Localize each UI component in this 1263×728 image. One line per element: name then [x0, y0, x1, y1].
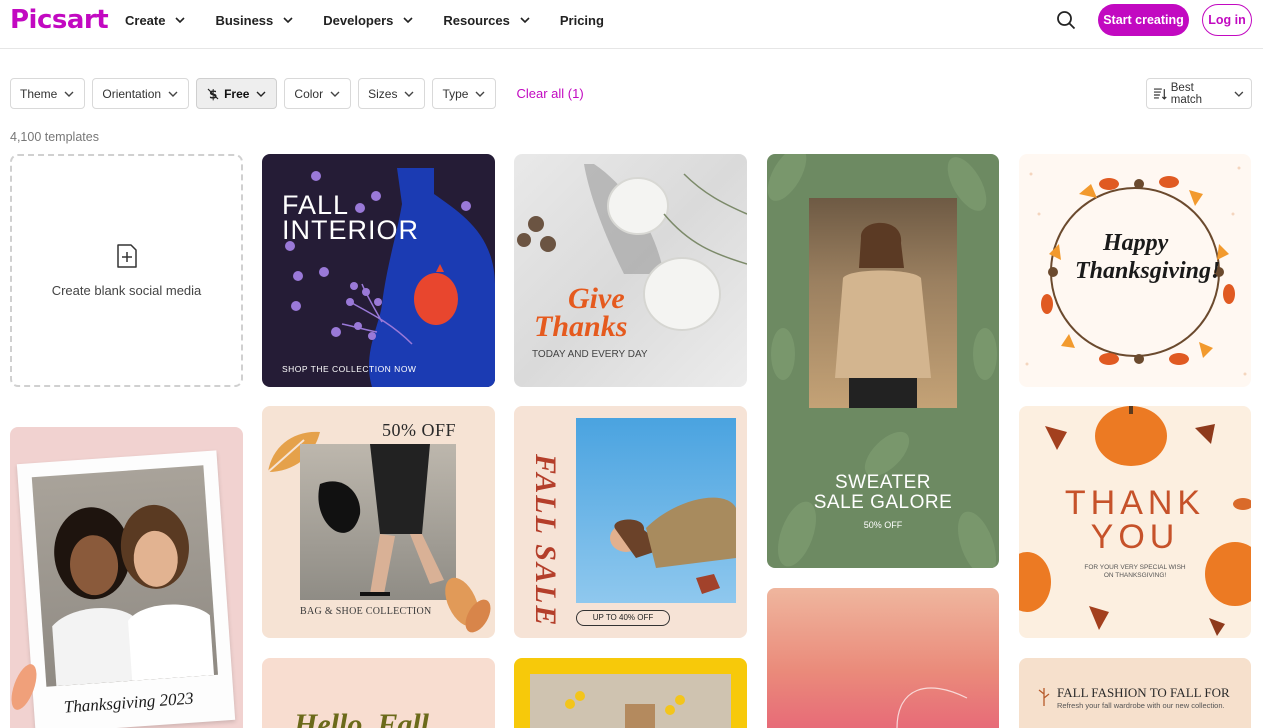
- chevron-down-icon: [64, 91, 74, 97]
- fall-interior-footer: SHOP THE COLLECTION NOW: [282, 364, 417, 374]
- fall-sale-photo: [576, 418, 736, 603]
- nav-create[interactable]: Create: [125, 13, 187, 28]
- filter-sizes[interactable]: Sizes: [358, 78, 426, 109]
- sort-lines-icon: [1153, 88, 1167, 100]
- bag-shoe-discount: 50% OFF: [382, 420, 457, 440]
- dollar-off-icon: $: [207, 87, 219, 101]
- fall-fashion-title: FALL FASHION TO FALL FOR: [1057, 685, 1230, 700]
- curve-line: [896, 687, 968, 728]
- bag-shoe-caption: BAG & SHOE COLLECTION: [300, 606, 432, 617]
- template-fall-interior[interactable]: FALL INTERIOR SHOP THE COLLECTION NOW: [262, 154, 495, 387]
- chevron-down-icon: [330, 91, 340, 97]
- wreath-title-1: Happy: [1103, 230, 1169, 256]
- sweater-title-1: SWEATER: [834, 472, 932, 493]
- chevron-down-icon: [168, 91, 178, 97]
- plus-document-icon: [116, 244, 137, 268]
- template-gradient[interactable]: [767, 588, 999, 728]
- nav-pricing[interactable]: Pricing: [560, 13, 604, 28]
- template-fall-sale[interactable]: FALL SALE UP TO 40% OFF: [514, 406, 747, 638]
- thank-you-sub-1: FOR YOUR VERY SPECIAL WISH: [1084, 564, 1186, 571]
- nav-business[interactable]: Business: [215, 13, 295, 28]
- nav-resources[interactable]: Resources: [443, 13, 531, 28]
- chevron-down-icon: [404, 91, 414, 97]
- sort-dropdown[interactable]: Best match: [1146, 78, 1252, 109]
- template-sweater-sale[interactable]: SWEATER SALE GALORE 50% OFF: [767, 154, 999, 568]
- thank-you-title-2: YOU: [1090, 518, 1180, 556]
- template-hello-fall[interactable]: Hello, Fall: [262, 658, 495, 728]
- chevron-down-icon: [1234, 91, 1244, 97]
- filter-bar: Theme Orientation $Free Color Sizes Type…: [10, 78, 584, 109]
- friends-photo: [31, 465, 218, 687]
- template-thanksgiving-2023[interactable]: Thanksgiving 2023: [10, 427, 243, 728]
- sweater-sub: 50% OFF: [863, 520, 903, 530]
- hello-fall-title: Hello, Fall: [294, 708, 429, 728]
- leaf-cluster-icon: [445, 577, 491, 633]
- fall-sale-badge: UP TO 40% OFF: [576, 610, 670, 626]
- polaroid-caption: Thanksgiving 2023: [63, 688, 195, 717]
- chevron-down-icon: [175, 17, 186, 24]
- filter-free[interactable]: $Free: [196, 78, 278, 109]
- template-fall-fashion[interactable]: FALL FASHION TO FALL FOR Refresh your fa…: [1019, 658, 1251, 728]
- login-button[interactable]: Log in: [1202, 4, 1252, 36]
- filter-color[interactable]: Color: [284, 78, 352, 109]
- chevron-down-icon: [475, 91, 485, 97]
- vase-illustration: [285, 168, 495, 387]
- nav-developers[interactable]: Developers: [323, 13, 415, 28]
- give-thanks-sub: TODAY AND EVERY DAY: [532, 349, 648, 360]
- sweater-photo: [809, 198, 957, 408]
- template-bag-shoe[interactable]: 50% OFF BAG & SHOE COLLECTION: [262, 406, 495, 638]
- main-nav: Create Business Developers Resources Pri…: [125, 0, 632, 40]
- chevron-down-icon: [256, 91, 266, 97]
- top-header: Picsart Create Business Developers Resou…: [0, 0, 1263, 49]
- filter-theme[interactable]: Theme: [10, 78, 86, 109]
- template-give-thanks[interactable]: Give Thanks TODAY AND EVERY DAY: [514, 154, 747, 387]
- give-thanks-title-2: Thanks: [534, 310, 628, 343]
- filter-orientation[interactable]: Orientation: [92, 78, 190, 109]
- wreath-title-2: Thanksgiving!: [1075, 258, 1221, 284]
- fall-sale-vertical: FALL SALE: [529, 454, 562, 628]
- leaf-decoration: [11, 664, 37, 710]
- start-creating-button[interactable]: Start creating: [1098, 4, 1189, 36]
- template-thank-you[interactable]: THANK YOU FOR YOUR VERY SPECIAL WISH ON …: [1019, 406, 1251, 638]
- clear-all-link[interactable]: Clear all (1): [516, 86, 583, 101]
- sweater-title-2: SALE GALORE: [813, 492, 953, 513]
- thank-you-sub-2: ON THANKSGIVING!: [1103, 572, 1167, 579]
- fall-fashion-sub: Refresh your fall wardrobe with our new …: [1057, 701, 1225, 710]
- branch-icon: [1038, 688, 1050, 706]
- create-blank-card[interactable]: Create blank social media: [10, 154, 243, 387]
- chevron-down-icon: [283, 17, 293, 24]
- fall-interior-title-2: INTERIOR: [282, 215, 420, 245]
- chevron-down-icon: [520, 17, 530, 24]
- template-yellow[interactable]: [514, 658, 747, 728]
- chevron-down-icon: [403, 17, 413, 24]
- template-count: 4,100 templates: [10, 130, 99, 144]
- filter-type[interactable]: Type: [432, 78, 497, 109]
- search-icon[interactable]: [1056, 10, 1076, 30]
- yellow-photo: [530, 674, 731, 728]
- picsart-logo[interactable]: Picsart: [10, 5, 109, 35]
- template-thanksgiving-wreath[interactable]: Happy Thanksgiving!: [1019, 154, 1251, 387]
